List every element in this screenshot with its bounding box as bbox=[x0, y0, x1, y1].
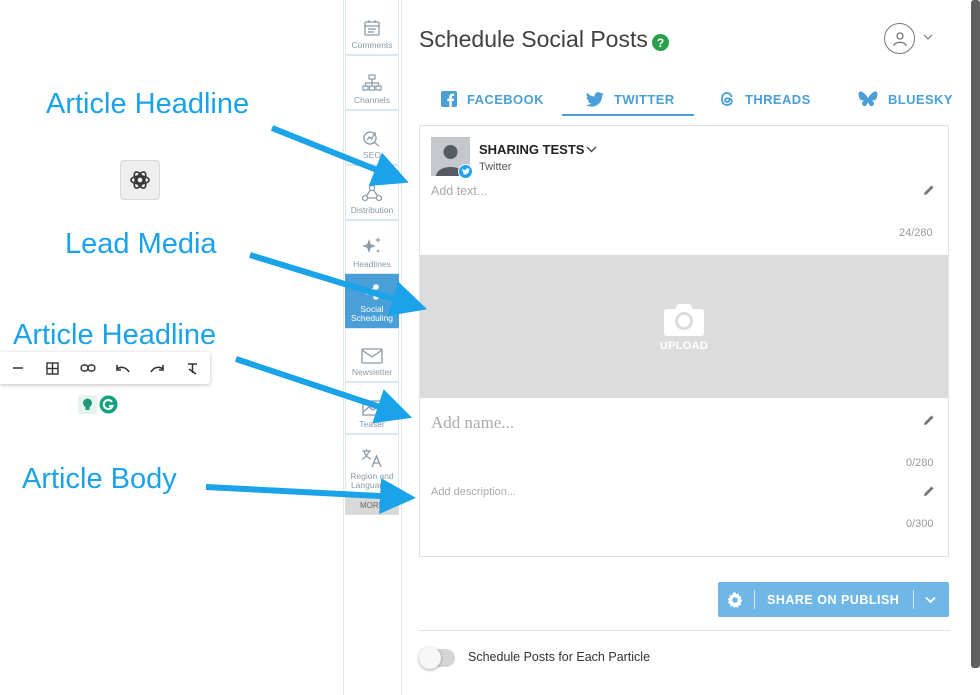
page-title: Schedule Social Posts bbox=[419, 26, 648, 52]
editor-toolbar bbox=[0, 352, 210, 384]
tab-twitter[interactable]: TWITTER bbox=[586, 82, 675, 116]
chart-search-icon bbox=[363, 131, 380, 147]
sparkle-icon bbox=[362, 237, 381, 253]
sidebar-item-label: Newsletter bbox=[351, 367, 393, 377]
tab-bluesky[interactable]: BLUESKY bbox=[858, 82, 953, 116]
translate-icon bbox=[361, 449, 382, 468]
link-button[interactable] bbox=[70, 352, 105, 384]
annotation-article-headline-1: Article Headline bbox=[46, 88, 250, 120]
undo-icon bbox=[116, 364, 130, 372]
sidebar-item-label: Teaser bbox=[359, 419, 385, 429]
edit-description-pencil-icon[interactable] bbox=[923, 485, 935, 497]
clear-format-icon bbox=[188, 362, 197, 375]
sidebar-item-seo[interactable]: SEO bbox=[345, 110, 399, 165]
undo-button[interactable] bbox=[105, 352, 140, 384]
sidebar-item-social-scheduling[interactable]: Social Scheduling bbox=[345, 274, 399, 328]
mail-icon bbox=[361, 348, 383, 364]
schedule-posts-label: Schedule Posts for Each Particle bbox=[468, 650, 651, 664]
text-char-count: 24/280 bbox=[899, 227, 933, 239]
chevron-down-icon[interactable] bbox=[925, 596, 936, 604]
sidebar-item-region-languages[interactable]: Region and Languages bbox=[345, 434, 399, 495]
sidebar-more-button[interactable]: MORE bbox=[345, 495, 399, 515]
plugin-sidebar: Comments Channels SEO Distribution Headl… bbox=[343, 0, 402, 695]
share-button-label: SHARE ON PUBLISH bbox=[767, 592, 900, 607]
camera-icon bbox=[664, 303, 704, 336]
twitter-badge-icon bbox=[458, 164, 473, 179]
scrollbar[interactable] bbox=[971, 0, 980, 668]
extension-icons bbox=[78, 395, 118, 414]
sidebar-item-headlines[interactable]: Headlines bbox=[345, 220, 399, 274]
link-icon bbox=[79, 364, 96, 372]
description-char-count: 0/300 bbox=[906, 518, 934, 530]
sidebar-item-teaser[interactable]: Teaser bbox=[345, 382, 399, 434]
facebook-icon bbox=[441, 91, 457, 107]
redo-icon bbox=[150, 364, 164, 372]
sidebar-item-label: SEO bbox=[363, 150, 381, 160]
clear-format-button[interactable] bbox=[175, 352, 210, 384]
account-network: Twitter bbox=[479, 161, 512, 173]
edit-text-pencil-icon[interactable] bbox=[923, 184, 935, 196]
post-text-input[interactable]: Add text... bbox=[431, 184, 487, 198]
sidebar-item-comments[interactable]: Comments bbox=[345, 0, 399, 55]
sidebar-item-label: Headlines bbox=[353, 259, 391, 269]
grammarly-icon[interactable] bbox=[99, 395, 118, 414]
toggle-knob[interactable] bbox=[419, 647, 441, 669]
sidebar-item-newsletter[interactable]: Newsletter bbox=[345, 328, 399, 382]
upload-label: UPLOAD bbox=[659, 339, 709, 352]
tab-threads[interactable]: THREADS bbox=[719, 82, 811, 116]
threads-icon bbox=[721, 92, 733, 106]
annotation-lead-media: Lead Media bbox=[65, 228, 217, 260]
tab-facebook[interactable]: FACEBOOK bbox=[441, 82, 544, 116]
image-icon bbox=[362, 400, 382, 416]
annotation-article-headline-2: Article Headline bbox=[13, 319, 217, 351]
edit-name-pencil-icon[interactable] bbox=[923, 414, 935, 426]
horizontal-rule-button[interactable] bbox=[0, 352, 35, 384]
post-name-input[interactable]: Add name... bbox=[431, 413, 514, 433]
active-tab-indicator bbox=[562, 114, 694, 116]
minus-icon bbox=[12, 367, 23, 369]
annotation-article-body: Article Body bbox=[22, 463, 177, 495]
chevron-down-icon[interactable] bbox=[923, 30, 933, 44]
media-upload-area[interactable]: UPLOAD bbox=[420, 255, 948, 398]
post-description-input[interactable]: Add description... bbox=[431, 486, 516, 498]
name-char-count: 0/280 bbox=[906, 457, 934, 469]
account-chevron-down-icon[interactable] bbox=[586, 145, 597, 154]
gear-icon bbox=[727, 591, 743, 608]
openai-icon bbox=[130, 171, 150, 189]
tab-label: FACEBOOK bbox=[467, 91, 544, 107]
share-on-publish-button[interactable]: SHARE ON PUBLISH bbox=[718, 582, 949, 617]
sitemap-icon bbox=[362, 74, 382, 91]
sidebar-item-label: Region and Languages bbox=[350, 471, 394, 490]
sidebar-item-label: Social Scheduling bbox=[350, 304, 394, 323]
share-icon bbox=[365, 284, 379, 300]
sidebar-item-channels[interactable]: Channels bbox=[345, 55, 399, 110]
sidebar-item-label: Distribution bbox=[350, 205, 394, 215]
tab-label: THREADS bbox=[745, 91, 811, 107]
tab-label: TWITTER bbox=[614, 91, 675, 107]
twitter-icon bbox=[586, 91, 604, 107]
sidebar-item-distribution[interactable]: Distribution bbox=[345, 165, 399, 220]
user-icon bbox=[892, 31, 907, 46]
lightbulb-extension-icon[interactable] bbox=[78, 395, 97, 414]
distribution-icon bbox=[361, 184, 383, 202]
divider bbox=[419, 630, 950, 631]
table-button[interactable] bbox=[35, 352, 70, 384]
sidebar-item-label: Channels bbox=[354, 95, 390, 105]
sidebar-item-label: Comments bbox=[351, 40, 393, 50]
tab-label: BLUESKY bbox=[888, 91, 953, 107]
calendar-icon bbox=[364, 20, 380, 36]
redo-button[interactable] bbox=[140, 352, 175, 384]
table-icon bbox=[46, 361, 59, 375]
bluesky-icon bbox=[858, 90, 878, 106]
help-icon[interactable]: ? bbox=[652, 34, 669, 51]
user-avatar-button[interactable] bbox=[884, 23, 915, 54]
chatgpt-button[interactable] bbox=[120, 160, 160, 200]
account-name[interactable]: SHARING TESTS bbox=[479, 142, 584, 157]
